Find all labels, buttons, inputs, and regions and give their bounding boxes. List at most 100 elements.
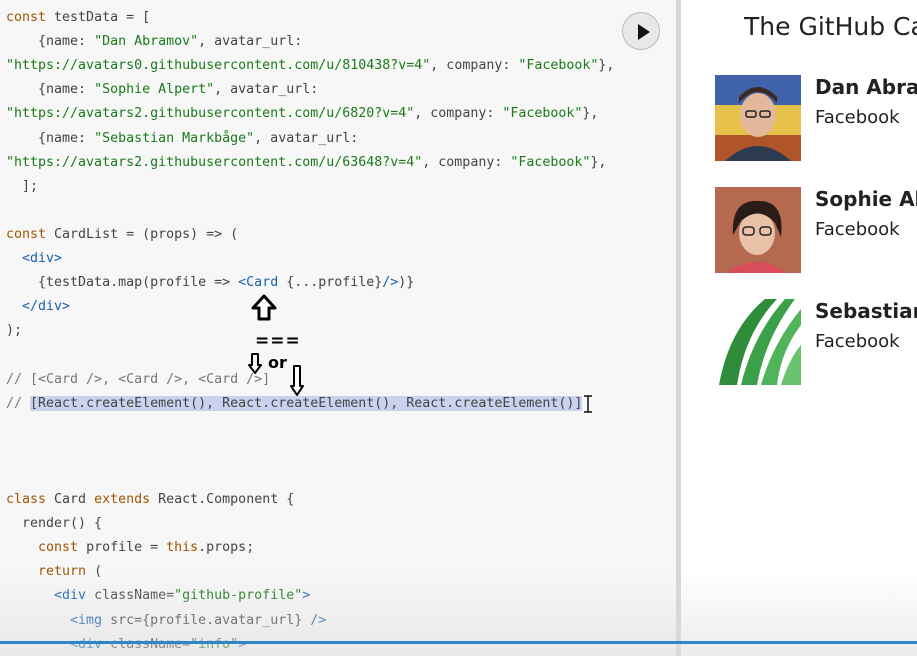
code-token: render() { [6,516,103,532]
github-profile-card: Dan Abramov Facebook [715,75,917,161]
code-token: , avatar_url: [254,130,359,146]
code-token: this [166,540,199,556]
code-line[interactable]: "https://avatars0.githubusercontent.com/… [6,54,614,78]
code-line[interactable]: ]; [6,175,38,199]
code-token: "Sebastian Markbåge" [94,130,255,146]
code-line[interactable]: "https://avatars2.githubusercontent.com/… [6,102,598,126]
arrow-up-icon [251,294,277,321]
code-token: , company: [430,58,519,74]
run-button[interactable] [622,12,660,50]
code-token: const [6,10,47,25]
code-line[interactable]: return ( [6,560,102,584]
code-token: .props; [198,540,255,556]
code-token: Card [46,492,95,507]
code-token: className= [86,588,175,604]
code-token: , company: [422,154,511,170]
code-line[interactable]: {name: "Sebastian Markbåge", avatar_url: [6,127,358,151]
code-token: {...profile} [278,275,383,291]
code-token: "Facebook" [518,58,599,74]
code-token: class [6,492,47,507]
code-token: "info" [190,636,239,652]
code-line[interactable]: </div> [6,295,70,319]
profile-name: Sophie Alpert [815,187,917,211]
code-token: profile = [78,540,167,556]
code-line[interactable]: <div> [6,247,62,271]
code-token: {name: [6,130,95,146]
code-token: /> [382,275,399,291]
avatar [715,187,801,273]
code-token: "Facebook" [502,106,583,122]
arrow-down-icon [248,353,262,374]
code-token: > [238,636,247,652]
code-line[interactable]: {name: "Sophie Alpert", avatar_url: [6,78,318,102]
code-line[interactable]: class Card extends React.Component { [6,488,294,512]
profile-company: Facebook [815,219,900,240]
code-token: // [6,395,31,411]
code-token: <Card [238,275,279,291]
code-token: , avatar_url: [198,34,303,50]
code-token: "Facebook" [510,154,591,170]
code-token: "https://avatars0.githubusercontent.com/… [6,58,431,74]
code-token: "Sophie Alpert" [94,82,215,98]
code-token: "github-profile" [174,588,303,604]
github-profile-card: Sophie Alpert Facebook [715,187,917,273]
play-icon [638,24,650,40]
app-title: The GitHub Cards App [744,12,917,41]
code-line[interactable]: <div className="info"> [6,633,246,656]
code-token: )} [398,275,415,291]
code-token: <img [6,612,103,628]
code-line[interactable]: render() { [6,512,102,536]
code-line[interactable]: const CardList = (props) => ( [6,223,238,247]
profile-company: Facebook [815,107,900,128]
code-token: }, [598,58,615,74]
profile-name: Sebastian Markbåge [815,299,917,323]
code-token: className= [102,636,191,652]
code-line[interactable]: {testData.map(profile => <Card {...profi… [6,271,414,295]
preview-pane: The GitHub Cards App Dan Abramov Faceboo… [681,0,917,656]
code-token: React.Component { [150,492,295,507]
code-token: <div [6,636,103,652]
code-token: testData = [ [46,10,151,25]
text-cursor-icon [584,395,592,413]
code-token: }, [590,154,607,170]
code-token: <div> [6,251,63,266]
code-token: > [302,588,311,604]
code-token: src={profile.avatar_url} [102,612,311,628]
code-token: "https://avatars2.githubusercontent.com/… [6,106,415,122]
code-token: ); [6,323,23,339]
code-token: ]; [6,178,39,194]
code-token: , avatar_url: [214,82,319,98]
progress-line [0,641,917,644]
code-token: const [6,226,47,242]
code-token: {testData.map(profile => [6,275,239,291]
code-line[interactable]: {name: "Dan Abramov", avatar_url: [6,30,302,54]
code-token: }, [582,106,599,122]
avatar [715,299,801,385]
code-token: {name: [6,34,95,50]
code-line[interactable]: ); [6,319,22,343]
code-token: /> [310,612,327,628]
code-token: , company: [414,106,503,122]
code-line[interactable]: "https://avatars2.githubusercontent.com/… [6,151,606,175]
code-token: </div> [6,299,71,315]
code-line[interactable]: <img src={profile.avatar_url} /> [6,609,326,633]
code-token: const [6,540,79,556]
profile-name: Dan Abramov [815,75,917,99]
code-token: // [<Card />, <Card />, <Card />] [6,371,271,387]
code-line[interactable]: <div className="github-profile"> [6,584,310,608]
code-line[interactable]: const profile = this.props; [6,536,254,560]
code-token: return [6,564,87,580]
code-editor[interactable]: const testData = [ {name: "Dan Abramov",… [0,0,676,656]
code-token: CardList = (props) => ( [46,226,239,242]
github-profile-card: Sebastian Markbåge Facebook [715,299,917,385]
code-token: ( [86,564,103,580]
code-line[interactable]: const testData = [ [6,6,150,30]
code-line[interactable]: // [<Card />, <Card />, <Card />] [6,368,270,392]
avatar [715,75,801,161]
code-token: {name: [6,82,95,98]
code-token: "https://avatars2.githubusercontent.com/… [6,154,423,170]
code-token: extends [94,492,151,507]
equals-annotation: === [255,331,301,351]
or-annotation: or [268,353,287,372]
code-token: [React.createElement(), React.createElem… [30,395,583,411]
